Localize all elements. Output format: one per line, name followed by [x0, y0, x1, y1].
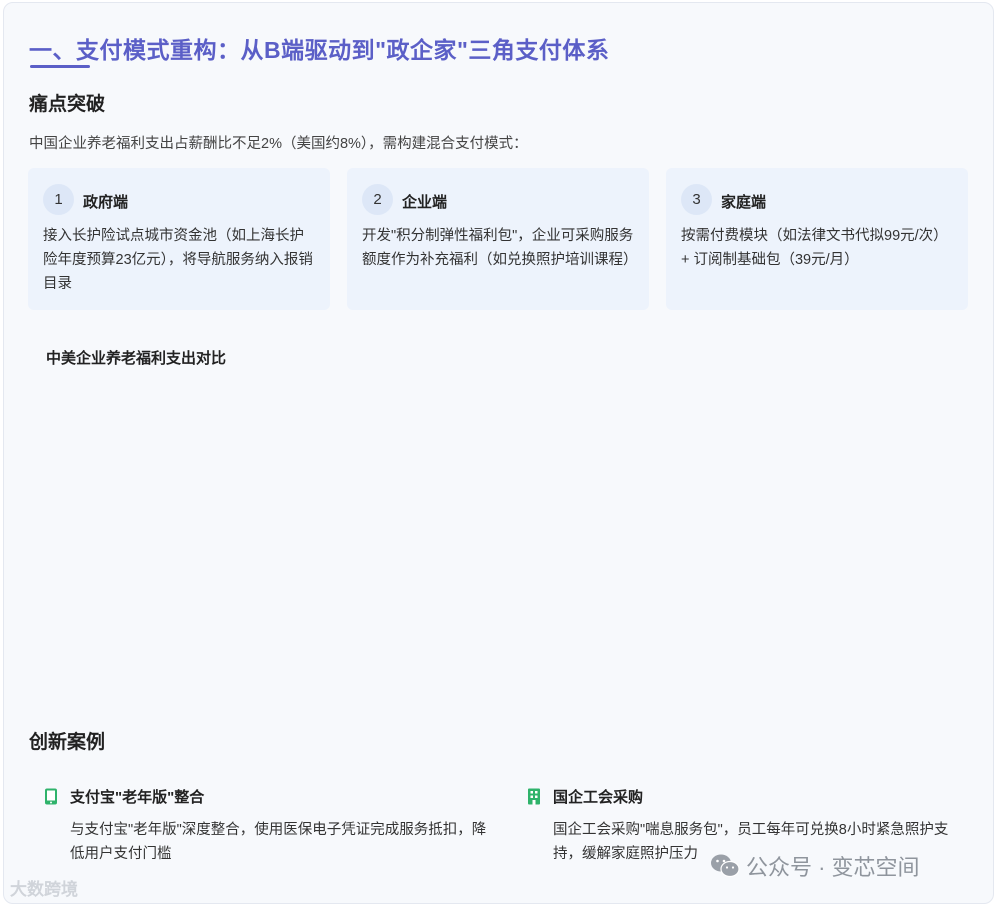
- page-title: 一、支付模式重构：从B端驱动到"政企家"三角支付体系: [29, 37, 610, 63]
- mobile-phone-icon: [45, 788, 57, 805]
- column-family: 3 家庭端 按需付费模块（如法律文书代拟99元/次）+ 订阅制基础包（39元/月…: [666, 168, 968, 310]
- watermark-right: 公众号 · 变芯空间: [710, 850, 920, 882]
- cases-heading: 创新案例: [29, 732, 106, 753]
- column-title: 企业端: [402, 194, 448, 211]
- column-body: 按需付费模块（如法律文书代拟99元/次）+ 订阅制基础包（39元/月）: [681, 228, 948, 268]
- column-title: 家庭端: [721, 194, 767, 211]
- column-body: 开发"积分制弹性福利包"，企业可采购服务额度作为补充福利（如兑换照护培训课程）: [362, 228, 638, 268]
- building-icon: [528, 788, 540, 805]
- column-title: 政府端: [83, 194, 129, 211]
- wechat-icon: [711, 854, 740, 878]
- watermark-right-text: 公众号 · 变芯空间: [746, 855, 920, 880]
- column-number: 3: [681, 184, 712, 215]
- chart-area: [29, 375, 969, 695]
- watermark-left: 大数跨境: [10, 880, 78, 899]
- column-number: 1: [43, 184, 74, 215]
- case-body: 与支付宝"老年版"深度整合，使用医保电子凭证完成服务抵扣，降低用户支付门槛: [70, 822, 487, 862]
- title-underline: [30, 65, 90, 68]
- content-card: 一、支付模式重构：从B端驱动到"政企家"三角支付体系 痛点突破 中国企业养老福利…: [3, 2, 994, 904]
- pain-point-heading: 痛点突破: [29, 94, 106, 115]
- chart-title: 中美企业养老福利支出对比: [46, 350, 227, 367]
- column-number: 2: [362, 184, 393, 215]
- column-body: 接入长护险试点城市资金池（如上海长护险年度预算23亿元），将导航服务纳入报销目录: [43, 228, 313, 292]
- column-enterprise: 2 企业端 开发"积分制弹性福利包"，企业可采购服务额度作为补充福利（如兑换照护…: [347, 168, 649, 310]
- pain-point-intro: 中国企业养老福利支出占薪酬比不足2%（美国约8%），需构建混合支付模式：: [29, 136, 528, 152]
- column-government: 1 政府端 接入长护险试点城市资金池（如上海长护险年度预算23亿元），将导航服务…: [28, 168, 330, 310]
- case-title: 支付宝"老年版"整合: [70, 789, 205, 806]
- case-title: 国企工会采购: [553, 789, 644, 806]
